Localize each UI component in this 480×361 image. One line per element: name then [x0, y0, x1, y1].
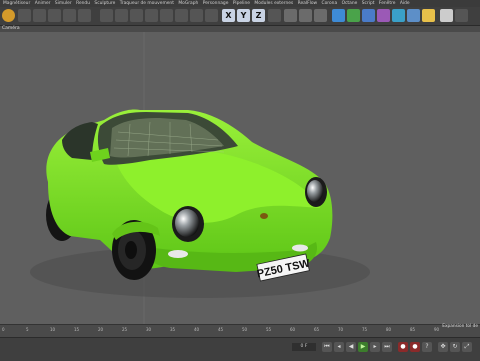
array-icon[interactable]: [362, 9, 375, 22]
timeline-tick: 45: [218, 327, 224, 332]
timeline-tick: 35: [170, 327, 176, 332]
current-frame-field[interactable]: 0 F: [292, 343, 316, 351]
timeline-tick: 25: [122, 327, 128, 332]
y-axis-button[interactable]: Y: [237, 9, 250, 22]
move-icon[interactable]: [33, 9, 46, 22]
menu-item[interactable]: Magnétiseur: [3, 0, 30, 7]
camera-icon[interactable]: [407, 9, 420, 22]
main-toolbar: X Y Z: [0, 7, 480, 26]
menu-item[interactable]: Pipeline: [233, 0, 250, 7]
menu-item[interactable]: Simuler: [55, 0, 72, 7]
next-key-icon[interactable]: ⏭: [382, 342, 392, 352]
timeline-tick: 40: [194, 327, 200, 332]
timeline-tick: 75: [362, 327, 368, 332]
timeline-tick: 80: [386, 327, 392, 332]
timeline-tick: 65: [314, 327, 320, 332]
object-mode-icon[interactable]: [115, 9, 128, 22]
menu-bar: Magnétiseur Animer Simuler Rendu Sculptu…: [0, 0, 480, 7]
timeline-tick: 85: [410, 327, 416, 332]
points-mode-icon[interactable]: [130, 9, 143, 22]
menu-item[interactable]: Octane: [342, 0, 358, 7]
camera-label[interactable]: Caméra: [2, 26, 20, 31]
menu-item[interactable]: MoGraph: [178, 0, 198, 7]
render-picture-viewer-icon[interactable]: [299, 9, 312, 22]
play-icon[interactable]: ▶: [358, 342, 368, 352]
timeline-tick: 90: [434, 327, 440, 332]
menu-item[interactable]: Traqueur de mouvement: [120, 0, 174, 7]
scale-icon[interactable]: [48, 9, 61, 22]
menu-item[interactable]: Fenêtre: [379, 0, 396, 7]
car-render: PZ50 TSW: [30, 32, 370, 324]
menu-item[interactable]: Modules externes: [254, 0, 293, 7]
subdivision-icon[interactable]: [347, 9, 360, 22]
snap-icon[interactable]: [205, 9, 218, 22]
menu-item[interactable]: Sculpture: [94, 0, 115, 7]
right-headlight: [305, 177, 327, 207]
rotate-icon[interactable]: [63, 9, 76, 22]
timeline[interactable]: 0 5 10 15 20 25 30 35 40 45 50 55 60 65 …: [0, 324, 480, 338]
edges-mode-icon[interactable]: [145, 9, 158, 22]
timeline-tick: 0: [2, 327, 5, 332]
left-headlight: [172, 206, 204, 242]
menu-item[interactable]: Script: [362, 0, 375, 7]
render-view-icon[interactable]: [284, 9, 297, 22]
deformer-icon[interactable]: [377, 9, 390, 22]
autokey-icon[interactable]: ●: [410, 342, 420, 352]
viewport[interactable]: PZ50 TSW: [0, 32, 480, 324]
x-axis-button[interactable]: X: [222, 9, 235, 22]
status-text: Expansion tol de: [442, 324, 478, 329]
coordinate-system-icon[interactable]: [268, 9, 281, 22]
model-mode-icon[interactable]: [100, 9, 113, 22]
record-icon[interactable]: ●: [398, 342, 408, 352]
select-icon[interactable]: [18, 9, 31, 22]
undo-icon[interactable]: [2, 9, 15, 22]
timeline-tick: 55: [266, 327, 272, 332]
hood-badge: [260, 213, 268, 219]
cube-icon[interactable]: [332, 9, 345, 22]
menu-item[interactable]: Corona: [322, 0, 338, 7]
timeline-tick: 20: [98, 327, 104, 332]
timeline-tick: 10: [50, 327, 56, 332]
timeline-tick: 60: [290, 327, 296, 332]
scene-icon[interactable]: [392, 9, 405, 22]
uv-mode-icon[interactable]: [175, 9, 188, 22]
step-back-icon[interactable]: ◀: [346, 342, 356, 352]
z-axis-button[interactable]: Z: [252, 9, 265, 22]
rotation-key-icon[interactable]: ↻: [450, 342, 460, 352]
menu-item[interactable]: RealFlow: [298, 0, 318, 7]
timeline-tick: 15: [74, 327, 80, 332]
timeline-tick: 30: [146, 327, 152, 332]
render-region-icon[interactable]: [440, 9, 453, 22]
axis-mode-icon[interactable]: [190, 9, 203, 22]
live-select-icon[interactable]: [78, 9, 91, 22]
menu-item[interactable]: Personnage: [203, 0, 229, 7]
scale-key-icon[interactable]: ⤢: [462, 342, 472, 352]
timeline-tick: 70: [338, 327, 344, 332]
render-settings-icon[interactable]: [314, 9, 327, 22]
polygons-mode-icon[interactable]: [160, 9, 173, 22]
timeline-tick: 50: [242, 327, 248, 332]
timeline-tick: 5: [26, 327, 29, 332]
menu-item[interactable]: Aide: [400, 0, 410, 7]
keyframe-selection-icon[interactable]: ?: [422, 342, 432, 352]
go-to-start-icon[interactable]: ⏮: [322, 342, 332, 352]
menu-item[interactable]: Animer: [35, 0, 51, 7]
layout-icon[interactable]: [455, 9, 468, 22]
position-key-icon[interactable]: ✥: [438, 342, 448, 352]
transport-bar: 0 F ⏮ ◂ ◀ ▶ ▸ ⏭ ● ● ? ✥ ↻ ⤢: [0, 337, 480, 361]
previous-key-icon[interactable]: ◂: [334, 342, 344, 352]
light-icon[interactable]: [422, 9, 435, 22]
step-forward-icon[interactable]: ▸: [370, 342, 380, 352]
menu-item[interactable]: Rendu: [76, 0, 90, 7]
